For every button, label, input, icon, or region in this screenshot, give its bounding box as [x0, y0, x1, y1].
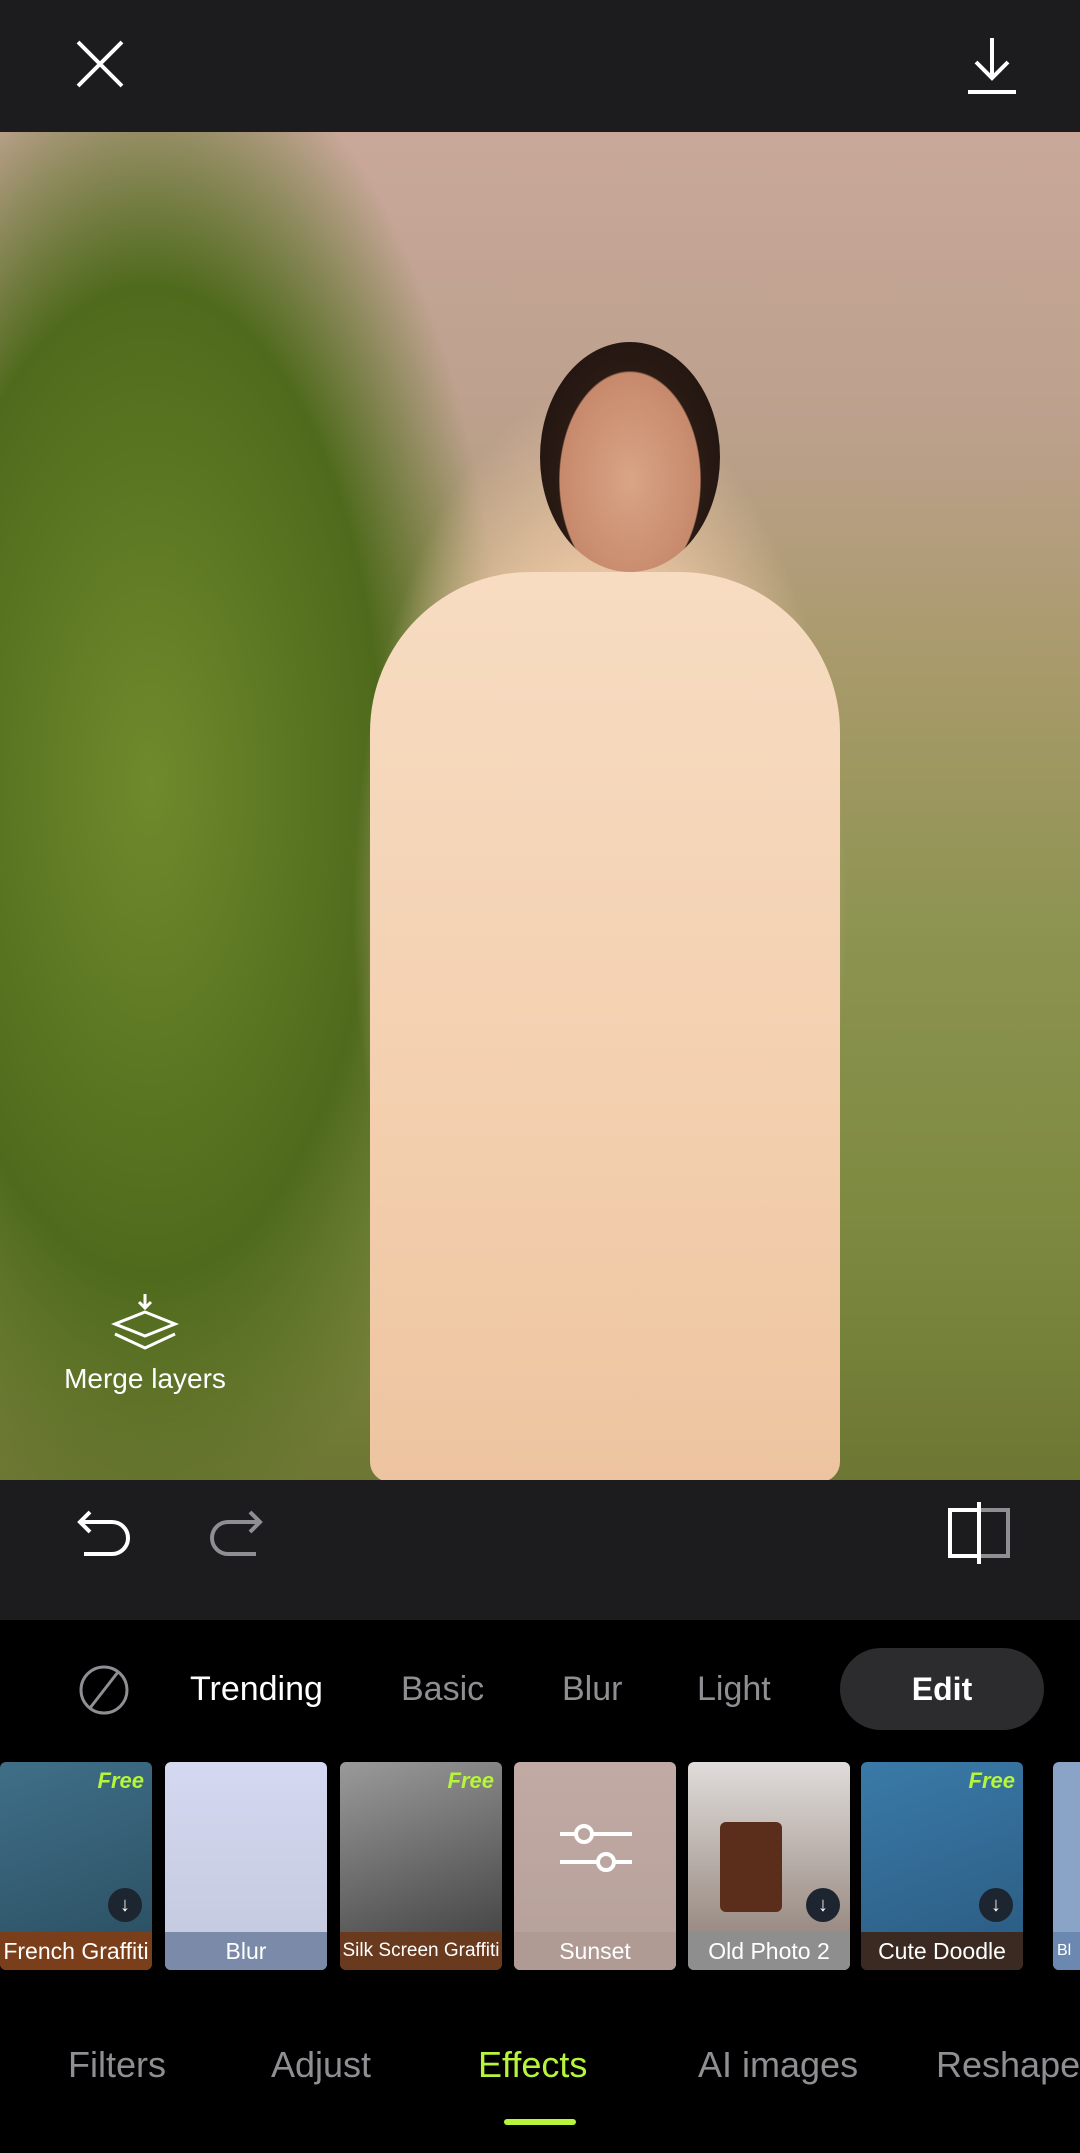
candle-image	[720, 1822, 782, 1912]
effect-silk-screen-graffiti[interactable]: Free Silk Screen Graffiti	[340, 1762, 502, 1970]
free-badge: Free	[97, 1768, 144, 1793]
top-bar	[0, 0, 1080, 132]
effect-label: Sunset	[514, 1932, 676, 1970]
merge-layers-label: Merge layers	[64, 1363, 226, 1394]
effect-cute-doodle[interactable]: Free ↓ Cute Doodle	[861, 1762, 1023, 1970]
free-badge: Free	[447, 1768, 494, 1793]
tab-ai-images[interactable]: AI images	[698, 2030, 858, 2100]
category-blur[interactable]: Blur	[562, 1648, 622, 1730]
download-icon: ↓	[108, 1888, 142, 1922]
edit-button[interactable]: Edit	[840, 1648, 1044, 1730]
effect-label: Blur	[165, 1932, 327, 1970]
effect-label: Cute Doodle	[861, 1932, 1023, 1970]
photo-canvas[interactable]: Merge layers	[0, 132, 1080, 1480]
bottom-tabs: Filters Adjust Effects AI images Reshape	[0, 2030, 1080, 2100]
effect-old-photo-2[interactable]: ↓ Old Photo 2	[688, 1762, 850, 1970]
photo-subject-head	[540, 342, 720, 572]
effect-french-graffiti[interactable]: Free ↓ French Graffiti	[0, 1762, 152, 1970]
effect-label: Bl	[1053, 1932, 1080, 1970]
download-icon: ↓	[979, 1888, 1013, 1922]
active-tab-indicator	[504, 2119, 576, 2125]
merge-layers-button[interactable]: Merge layers	[40, 1292, 250, 1395]
no-effect-icon[interactable]	[78, 1664, 130, 1716]
layers-icon	[110, 1294, 180, 1350]
sliders-icon	[560, 1824, 632, 1872]
tab-effects[interactable]: Effects	[478, 2030, 587, 2100]
effect-blur[interactable]: Blur	[165, 1762, 327, 1970]
close-icon[interactable]	[74, 38, 126, 90]
tab-filters[interactable]: Filters	[68, 2030, 166, 2100]
undo-icon[interactable]	[76, 1506, 132, 1562]
effect-label: French Graffiti	[0, 1932, 152, 1970]
download-icon: ↓	[806, 1888, 840, 1922]
effect-categories: Trending Basic Blur Light Edit	[0, 1648, 1080, 1730]
category-light[interactable]: Light	[697, 1648, 771, 1730]
effect-label: Old Photo 2	[688, 1932, 850, 1970]
photo-subject-dress	[370, 572, 840, 1480]
effect-sunset[interactable]: Sunset	[514, 1762, 676, 1970]
tab-adjust[interactable]: Adjust	[271, 2030, 371, 2100]
download-icon[interactable]	[966, 36, 1018, 96]
compare-icon[interactable]	[946, 1500, 1012, 1566]
category-trending[interactable]: Trending	[190, 1648, 323, 1730]
tab-reshape[interactable]: Reshape	[936, 2030, 1080, 2100]
edit-toolbar	[0, 1480, 1080, 1620]
redo-icon[interactable]	[208, 1506, 264, 1562]
category-basic[interactable]: Basic	[401, 1648, 484, 1730]
effect-partial[interactable]: Bl	[1053, 1762, 1080, 1970]
free-badge: Free	[968, 1768, 1015, 1793]
effect-label: Silk Screen Graffiti	[340, 1932, 502, 1970]
